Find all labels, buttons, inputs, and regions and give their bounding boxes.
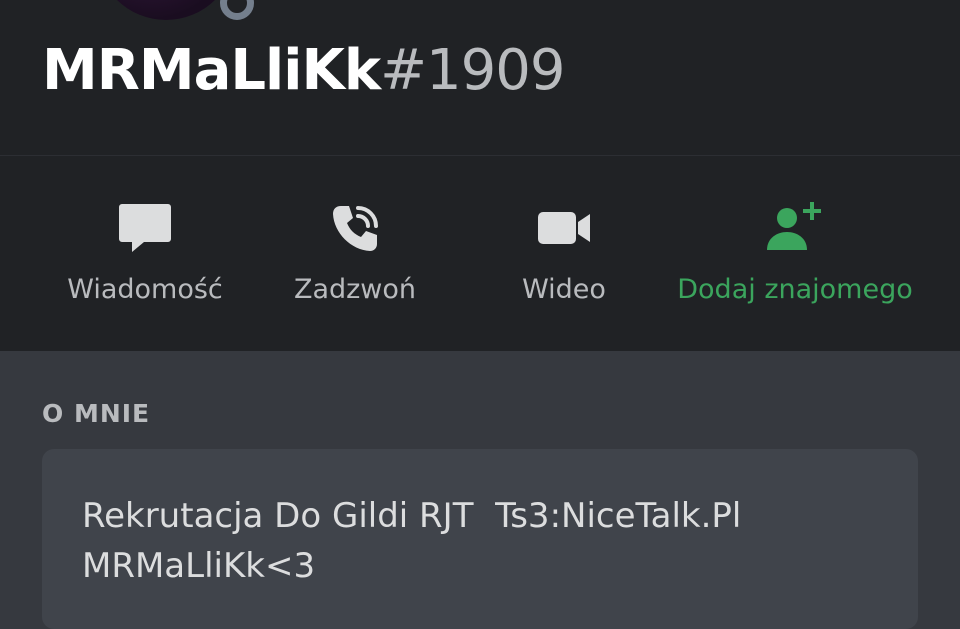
call-label: Zadzwoń [293, 274, 417, 305]
username-discriminator: #1909 [380, 38, 565, 103]
message-button[interactable]: Wiadomość [30, 156, 260, 351]
call-button[interactable]: Zadzwoń [240, 156, 470, 351]
about-line-1: Rekrutacja Do Gildi RJT Ts3:NiceTalk.Pl [82, 496, 742, 536]
about-text: Rekrutacja Do Gildi RJT Ts3:NiceTalk.Pl M… [82, 491, 741, 591]
avatar[interactable] [96, 0, 236, 20]
video-label: Wideo [522, 274, 606, 305]
username-name: MRMaLliKk [42, 38, 381, 103]
video-button[interactable]: Wideo [449, 156, 679, 351]
phone-call-icon [325, 198, 385, 258]
status-offline-icon [220, 0, 254, 20]
about-card: Rekrutacja Do Gildi RJT Ts3:NiceTalk.Pl M… [42, 449, 918, 629]
message-label: Wiadomość [67, 274, 223, 305]
profile-header: MRMaLliKk#1909 [0, 0, 960, 156]
video-icon [534, 198, 594, 258]
add-friend-label: Dodaj znajomego [677, 274, 913, 305]
about-title: O MNIE [42, 399, 151, 428]
add-friend-button[interactable]: Dodaj znajomego [677, 156, 913, 351]
username: MRMaLliKk#1909 [42, 38, 566, 103]
profile-actions: Wiadomość Zadzwoń Wideo Dodaj znajomego [0, 156, 960, 351]
message-icon [115, 198, 175, 258]
about-section: O MNIE Rekrutacja Do Gildi RJT Ts3:NiceT… [0, 351, 960, 629]
add-friend-icon [765, 198, 825, 258]
about-line-2: MRMaLliKk<3 [82, 546, 316, 586]
